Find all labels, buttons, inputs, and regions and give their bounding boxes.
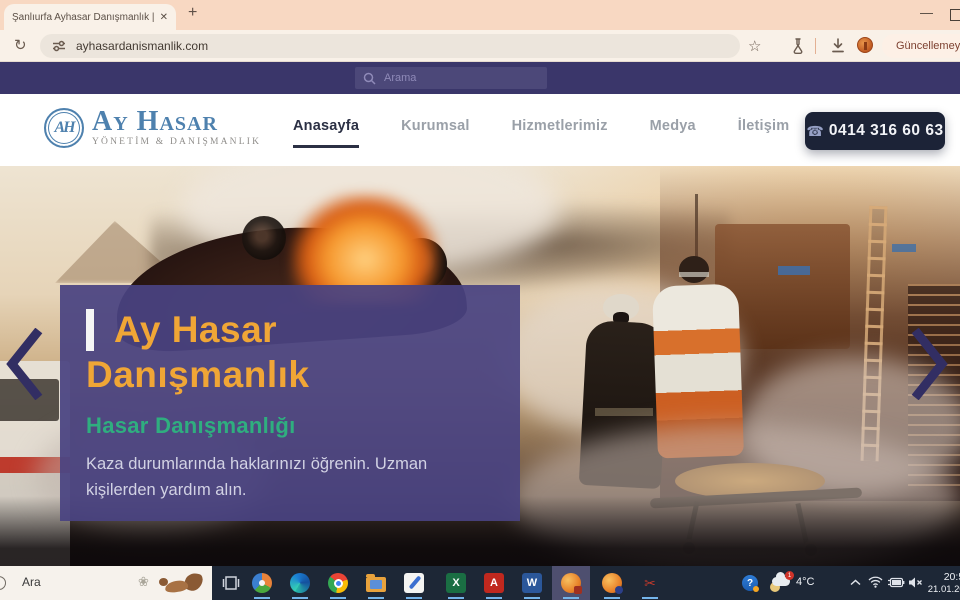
hero-carousel: Ay Hasar Danışmanlık Hasar Danışmanlığı … <box>0 166 960 566</box>
orange-browser-icon <box>561 573 581 593</box>
hero-overlay-card: Ay Hasar Danışmanlık Hasar Danışmanlığı … <box>60 285 520 521</box>
nav-item-hizmetlerimiz[interactable]: Hizmetlerimiz <box>512 118 608 134</box>
scissors-icon: ✂ <box>640 573 660 593</box>
taskbar-app-chrome[interactable] <box>324 566 352 600</box>
logo-name: Ay Hasar <box>92 109 261 135</box>
excel-icon: X <box>446 573 466 593</box>
taskbar-app-snip[interactable]: ✂ <box>636 566 664 600</box>
site-topbar: Arama <box>0 62 960 94</box>
beaker-icon[interactable] <box>790 37 806 54</box>
main-nav: Anasayfa Kurumsal Hizmetlerimiz Medya İl… <box>293 118 789 134</box>
tune-icon <box>52 40 66 52</box>
logo-monogram: AH <box>44 108 84 148</box>
tray-chevron-up-icon[interactable] <box>850 579 861 586</box>
toolbar-separator <box>815 38 816 54</box>
taskbar-app-edge[interactable] <box>286 566 314 600</box>
new-tab-button[interactable]: + <box>188 4 197 22</box>
tray-clock[interactable]: 20:50 21.01.202 <box>918 570 960 597</box>
taskbar-app-word[interactable]: W <box>518 566 546 600</box>
update-button[interactable]: Güncellemeyi ta <box>882 34 960 58</box>
hero-title-line1: Ay Hasar <box>114 307 277 352</box>
chrome-icon <box>328 573 348 593</box>
site-header: AH Ay Hasar YÖNETİM & DANIŞMANLIK Anasay… <box>0 94 960 166</box>
tray-weather-icon[interactable]: 1 <box>768 574 792 592</box>
phone-number: 0414 316 60 63 <box>829 122 944 140</box>
taskbar-search-label: Ara <box>22 575 41 589</box>
logo-tagline: YÖNETİM & DANIŞMANLIK <box>92 137 261 147</box>
acrobat-icon: A <box>484 573 504 593</box>
tray-date: 21.01.202 <box>918 584 960 597</box>
phone-icon: ☎ <box>806 123 823 140</box>
taskbar-app-acrobat[interactable]: A <box>480 566 508 600</box>
hero-title-line2: Danışmanlık <box>86 352 494 397</box>
hero-art-wheel <box>242 216 286 260</box>
phone-button[interactable]: ☎ 0414 316 60 63 <box>805 112 945 150</box>
browser-tab-strip: Şanlıurfa Ayhasar Danışmanlık | ✕ + — <box>0 0 960 30</box>
wifi-icon[interactable] <box>868 576 883 588</box>
hero-description: Kaza durumlarında haklarınızı öğrenin. U… <box>86 452 471 503</box>
battery-icon[interactable] <box>887 577 905 588</box>
word-icon: W <box>522 573 542 593</box>
taskbar-app-browser-2[interactable] <box>598 566 626 600</box>
taskbar-search-icon <box>0 576 6 590</box>
address-bar[interactable]: ayhasardanismanlik.com <box>40 34 740 58</box>
extension-icon[interactable] <box>857 37 873 53</box>
hero-accent-bar <box>86 309 94 351</box>
edge-icon <box>290 573 310 593</box>
taskbar-app-excel[interactable]: X <box>442 566 470 600</box>
browser-toolbar: ↻ ayhasardanismanlik.com ☆ Güncellemeyi … <box>0 30 960 62</box>
window-minimize-button[interactable]: — <box>920 5 933 20</box>
site-search-input[interactable]: Arama <box>355 67 547 89</box>
update-button-label: Güncellemeyi ta <box>896 40 960 52</box>
flower-icon: ❀ <box>138 574 149 590</box>
site-logo[interactable]: AH Ay Hasar YÖNETİM & DANIŞMANLIK <box>44 108 261 148</box>
carousel-prev-arrow[interactable] <box>2 328 46 400</box>
notes-icon <box>404 573 424 593</box>
window-maximize-button[interactable] <box>950 9 960 21</box>
taskbar-search-box[interactable]: Ara ❀ <box>0 566 212 600</box>
hero-title: Ay Hasar Danışmanlık <box>86 307 494 397</box>
url-text: ayhasardanismanlik.com <box>76 39 208 53</box>
hero-subtitle: Hasar Danışmanlığı <box>86 413 494 439</box>
carousel-next-arrow[interactable] <box>908 328 952 400</box>
nav-item-medya[interactable]: Medya <box>650 118 696 134</box>
tray-help-icon[interactable]: ? <box>742 575 758 591</box>
tray-time: 20:50 <box>918 570 960 584</box>
download-icon[interactable] <box>830 37 846 54</box>
tray-temperature[interactable]: 4°C <box>796 576 814 588</box>
task-view-icon[interactable] <box>222 575 240 591</box>
squirrel-graphic <box>158 573 204 593</box>
taskbar-app-explorer[interactable] <box>362 566 390 600</box>
tab-close-icon[interactable]: ✕ <box>160 12 168 23</box>
taskbar: Ara ❀ X A W ✂ ? 1 4°C <box>0 566 960 600</box>
nav-item-iletisim[interactable]: İletişim <box>738 118 790 134</box>
browser-tab[interactable]: Şanlıurfa Ayhasar Danışmanlık | ✕ <box>4 4 176 30</box>
nav-item-kurumsal[interactable]: Kurumsal <box>401 118 469 134</box>
bookmark-star-icon[interactable]: ☆ <box>748 37 761 55</box>
nav-item-anasayfa[interactable]: Anasayfa <box>293 118 359 134</box>
taskbar-app-notes[interactable] <box>400 566 428 600</box>
weather-badge: 1 <box>785 571 794 580</box>
tab-title: Şanlıurfa Ayhasar Danışmanlık | <box>12 12 154 23</box>
screen: Şanlıurfa Ayhasar Danışmanlık | ✕ + — ↻ … <box>0 0 960 600</box>
search-icon <box>363 72 376 85</box>
file-explorer-icon <box>366 577 386 592</box>
search-placeholder: Arama <box>384 72 416 84</box>
swirl-app-icon <box>252 573 272 593</box>
orange-browser-icon <box>602 573 622 593</box>
refresh-icon[interactable]: ↻ <box>14 36 27 54</box>
taskbar-app-browser-active[interactable] <box>552 566 590 600</box>
taskbar-app-swirl[interactable] <box>248 566 276 600</box>
